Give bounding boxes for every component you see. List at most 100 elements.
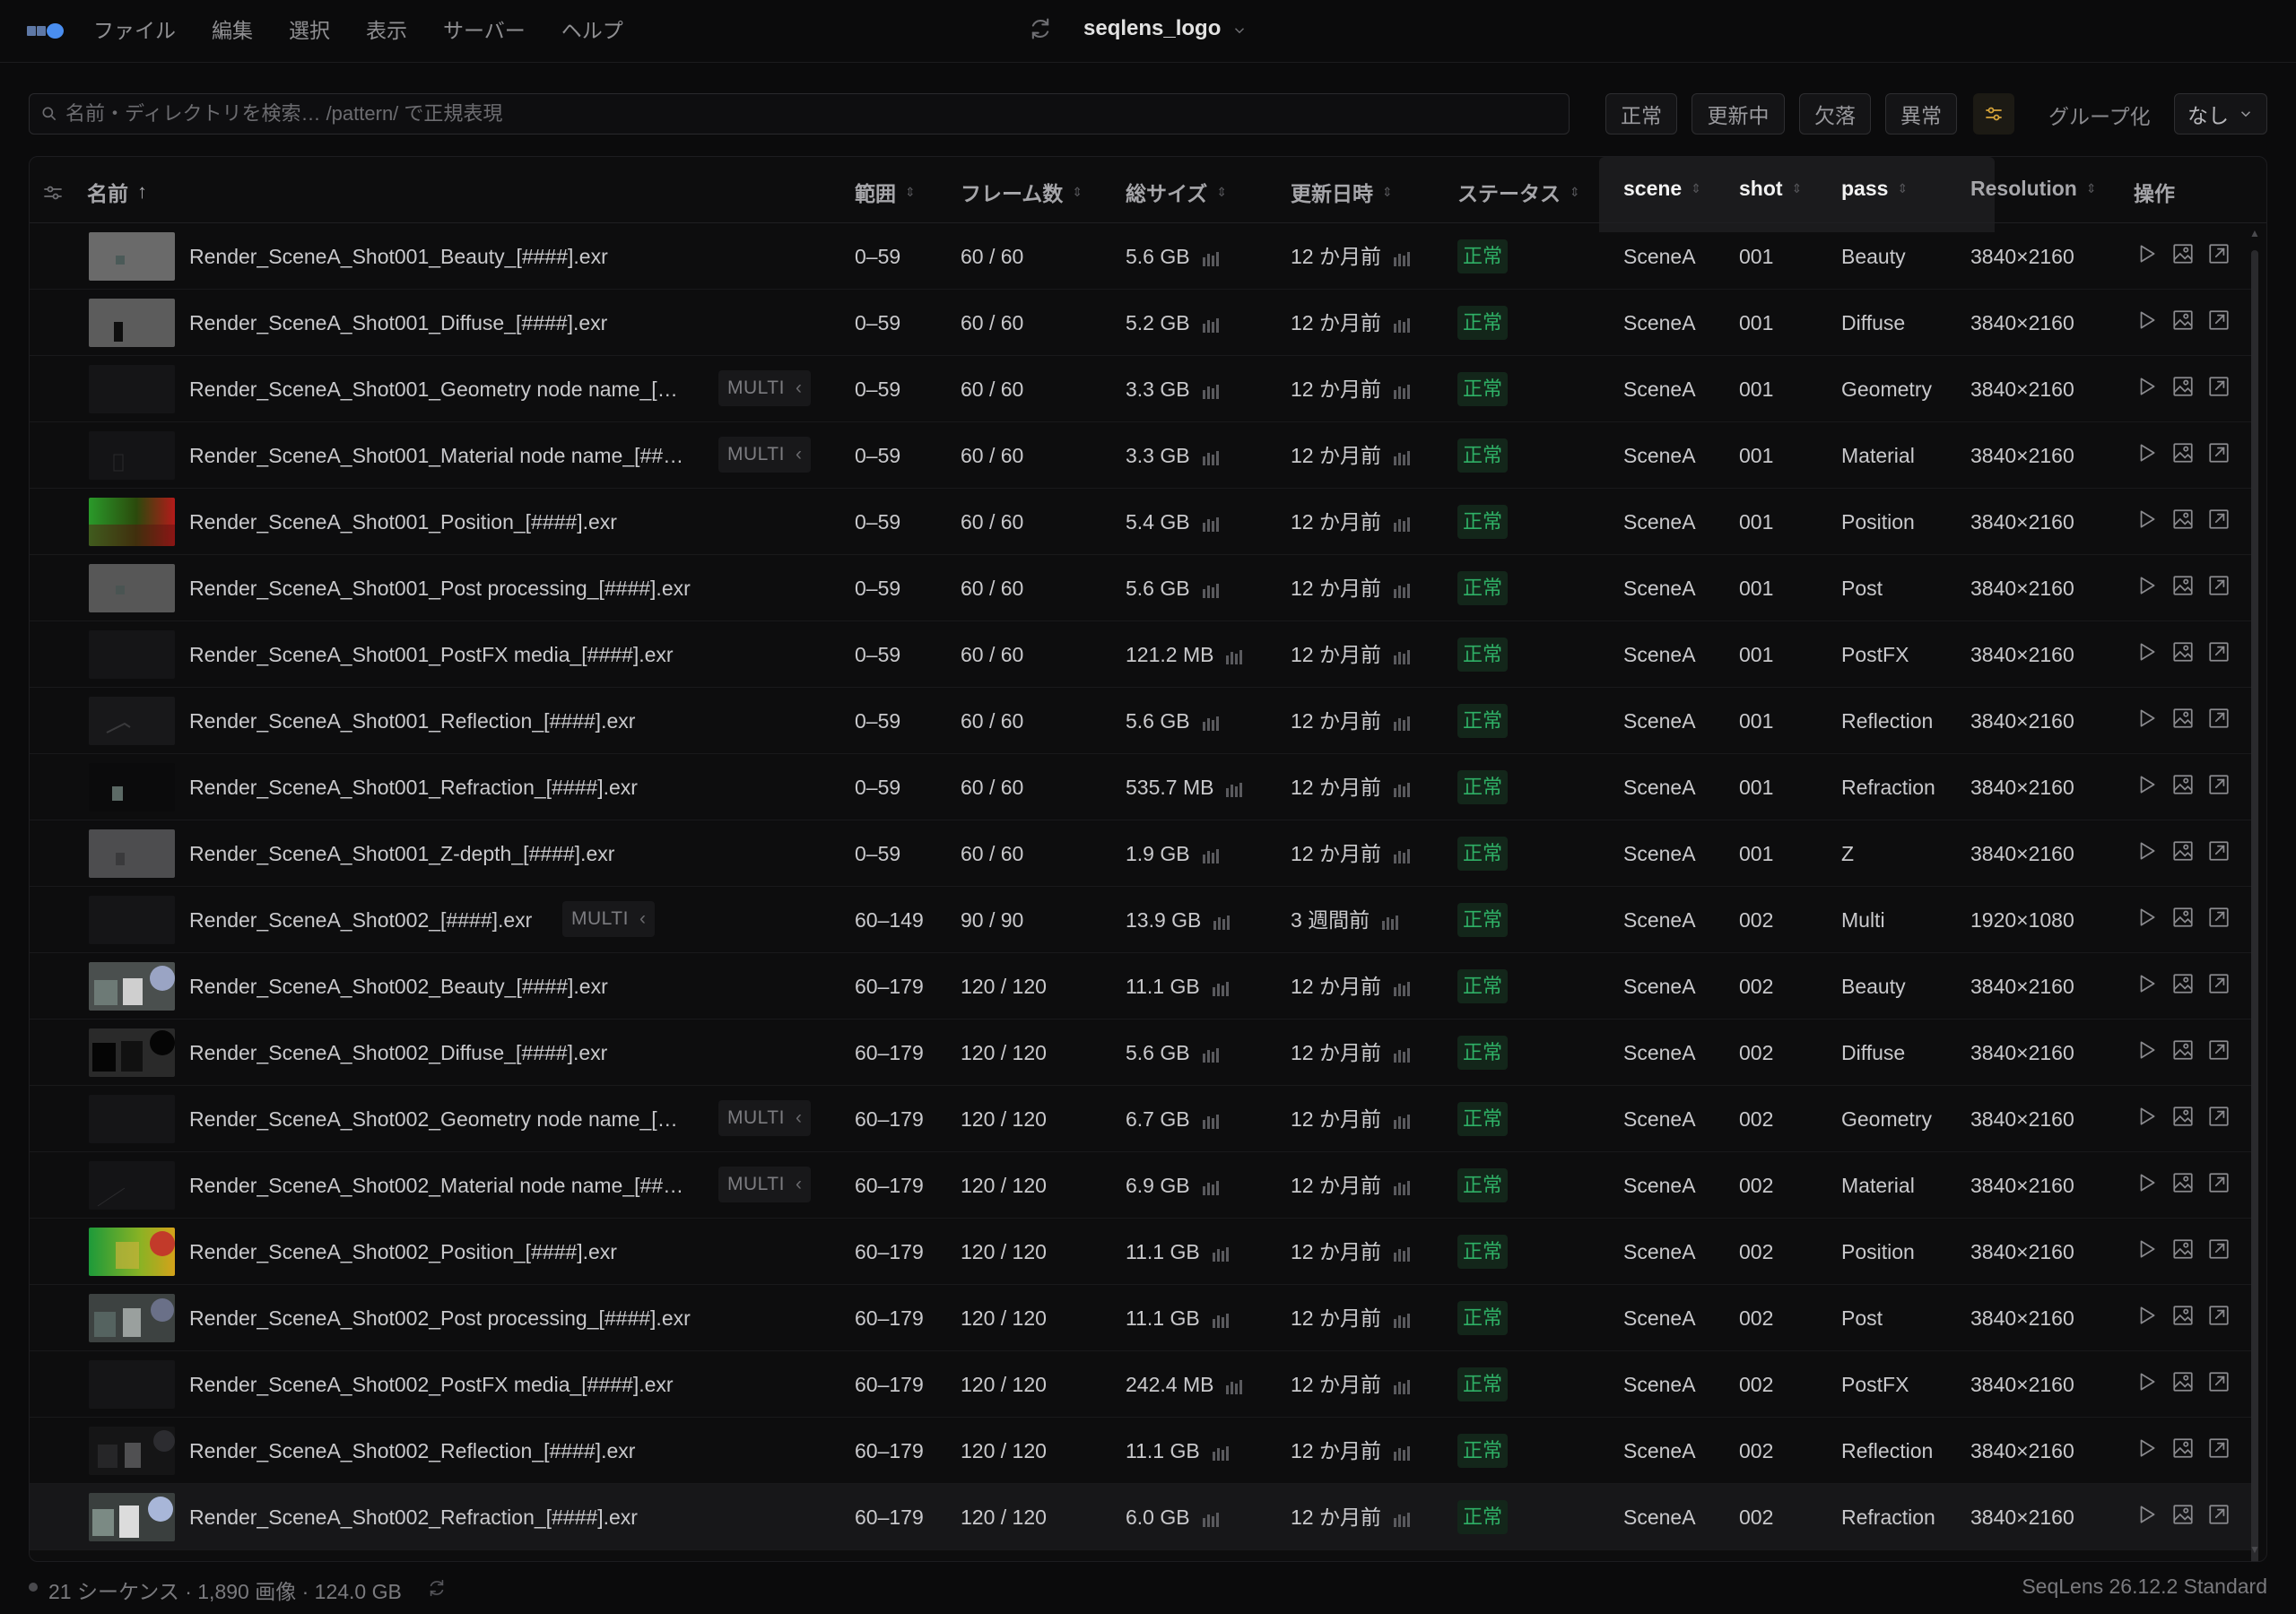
search-box[interactable] [29, 93, 1570, 134]
open-external-icon[interactable] [2207, 1370, 2231, 1393]
multi-badge[interactable]: MULTI ‹ [718, 437, 812, 473]
bar-chart-icon[interactable] [1393, 582, 1412, 598]
bar-chart-icon[interactable] [1393, 449, 1412, 465]
table-row[interactable]: Render_SceneA_Shot001_Geometry node name… [30, 356, 2252, 422]
multi-badge[interactable]: MULTI ‹ [718, 1100, 812, 1136]
play-icon[interactable] [2135, 242, 2159, 265]
bar-chart-icon[interactable] [1202, 250, 1221, 266]
bar-chart-icon[interactable] [1202, 1046, 1221, 1063]
bar-chart-icon[interactable] [1393, 847, 1412, 863]
bar-chart-icon[interactable] [1202, 715, 1221, 731]
open-external-icon[interactable] [2207, 441, 2231, 464]
bar-chart-icon[interactable] [1393, 980, 1412, 996]
play-icon[interactable] [2135, 972, 2159, 995]
play-icon[interactable] [2135, 1304, 2159, 1327]
scroll-down-arrow[interactable]: ▼ [2249, 1543, 2260, 1556]
play-icon[interactable] [2135, 1503, 2159, 1526]
table-row[interactable]: Render_SceneA_Shot002_Position_[####].ex… [30, 1219, 2252, 1285]
bar-chart-icon[interactable] [1212, 1312, 1231, 1328]
preview-image-icon[interactable] [2171, 773, 2195, 796]
table-row[interactable]: Render_SceneA_Shot001_Refraction_[####].… [30, 754, 2252, 820]
open-external-icon[interactable] [2207, 1304, 2231, 1327]
play-icon[interactable] [2135, 574, 2159, 597]
play-icon[interactable] [2135, 375, 2159, 398]
bar-chart-icon[interactable] [1212, 980, 1231, 996]
table-row[interactable]: Render_SceneA_Shot001_Reflection_[####].… [30, 688, 2252, 754]
search-input[interactable] [65, 102, 1569, 126]
table-row[interactable]: Render_SceneA_Shot001_Material node name… [30, 422, 2252, 489]
bar-chart-icon[interactable] [1393, 383, 1412, 399]
play-icon[interactable] [2135, 1370, 2159, 1393]
menu-server[interactable]: サーバー [443, 16, 526, 45]
bar-chart-icon[interactable] [1393, 1245, 1412, 1262]
bar-chart-icon[interactable] [1212, 1245, 1231, 1262]
column-header-name[interactable]: 名前 ↑ [87, 177, 147, 207]
bar-chart-icon[interactable] [1393, 1113, 1412, 1129]
preview-image-icon[interactable] [2171, 1304, 2195, 1327]
preview-image-icon[interactable] [2171, 640, 2195, 664]
column-header-status[interactable]: ステータス ⇕ [1457, 177, 1580, 207]
play-icon[interactable] [2135, 640, 2159, 664]
bar-chart-icon[interactable] [1393, 1445, 1412, 1461]
preview-image-icon[interactable] [2171, 1503, 2195, 1526]
table-row[interactable]: Render_SceneA_Shot002_[####].exr MULTI ‹ 60… [30, 887, 2252, 953]
table-row[interactable]: Render_SceneA_Shot002_Geometry node name… [30, 1086, 2252, 1152]
bar-chart-icon[interactable] [1202, 383, 1221, 399]
preview-image-icon[interactable] [2171, 839, 2195, 863]
open-external-icon[interactable] [2207, 1171, 2231, 1194]
table-row[interactable]: Render_SceneA_Shot001_Post processing_[#… [30, 555, 2252, 621]
column-header-resolution[interactable]: Resolution ⇕ [1970, 177, 2097, 201]
table-row[interactable]: Render_SceneA_Shot001_Position_[####].ex… [30, 489, 2252, 555]
open-external-icon[interactable] [2207, 242, 2231, 265]
open-external-icon[interactable] [2207, 640, 2231, 664]
open-external-icon[interactable] [2207, 707, 2231, 730]
preview-image-icon[interactable] [2171, 707, 2195, 730]
preview-image-icon[interactable] [2171, 508, 2195, 531]
filter-chip-updating[interactable]: 更新中 [1692, 93, 1785, 134]
play-icon[interactable] [2135, 906, 2159, 929]
chevron-down-icon[interactable] [1231, 22, 1248, 39]
filter-chip-ok[interactable]: 正常 [1605, 93, 1677, 134]
preview-image-icon[interactable] [2171, 375, 2195, 398]
preview-image-icon[interactable] [2171, 1105, 2195, 1128]
bar-chart-icon[interactable] [1202, 847, 1221, 863]
bar-chart-icon[interactable] [1393, 1378, 1412, 1394]
table-row[interactable]: Render_SceneA_Shot001_PostFX media_[####… [30, 621, 2252, 688]
column-header-pass[interactable]: pass ⇕ [1841, 177, 1908, 201]
vertical-scrollbar[interactable]: ▲ ▼ [2248, 223, 2261, 1561]
refresh-icon[interactable] [427, 1578, 447, 1598]
column-settings-icon[interactable] [42, 182, 64, 204]
table-row[interactable]: Render_SceneA_Shot002_PostFX media_[####… [30, 1351, 2252, 1418]
multi-badge[interactable]: MULTI ‹ [718, 370, 812, 406]
bar-chart-icon[interactable] [1212, 1445, 1231, 1461]
bar-chart-icon[interactable] [1202, 1511, 1221, 1527]
open-external-icon[interactable] [2207, 308, 2231, 332]
document-title[interactable]: seqlens_logo [1083, 16, 1221, 41]
bar-chart-icon[interactable] [1202, 582, 1221, 598]
play-icon[interactable] [2135, 1038, 2159, 1062]
column-header-modified[interactable]: 更新日時 ⇕ [1291, 177, 1393, 207]
open-external-icon[interactable] [2207, 574, 2231, 597]
preview-image-icon[interactable] [2171, 1171, 2195, 1194]
bar-chart-icon[interactable] [1382, 914, 1400, 930]
column-header-scene[interactable]: scene ⇕ [1623, 177, 1701, 201]
bar-chart-icon[interactable] [1393, 1046, 1412, 1063]
column-header-shot[interactable]: shot ⇕ [1739, 177, 1802, 201]
preview-image-icon[interactable] [2171, 242, 2195, 265]
sync-icon[interactable] [1028, 16, 1053, 41]
bar-chart-icon[interactable] [1226, 648, 1244, 664]
bar-chart-icon[interactable] [1393, 1179, 1412, 1195]
play-icon[interactable] [2135, 839, 2159, 863]
play-icon[interactable] [2135, 308, 2159, 332]
menu-help[interactable]: ヘルプ [561, 16, 623, 45]
multi-badge[interactable]: MULTI ‹ [718, 1167, 812, 1202]
column-header-range[interactable]: 範囲 ⇕ [855, 177, 916, 207]
table-row[interactable]: Render_SceneA_Shot002_Material node name… [30, 1152, 2252, 1219]
scroll-up-arrow[interactable]: ▲ [2249, 227, 2260, 239]
group-by-select[interactable]: なし [2174, 93, 2267, 134]
open-external-icon[interactable] [2207, 972, 2231, 995]
menu-file[interactable]: ファイル [93, 16, 176, 45]
play-icon[interactable] [2135, 1171, 2159, 1194]
open-external-icon[interactable] [2207, 839, 2231, 863]
bar-chart-icon[interactable] [1393, 781, 1412, 797]
